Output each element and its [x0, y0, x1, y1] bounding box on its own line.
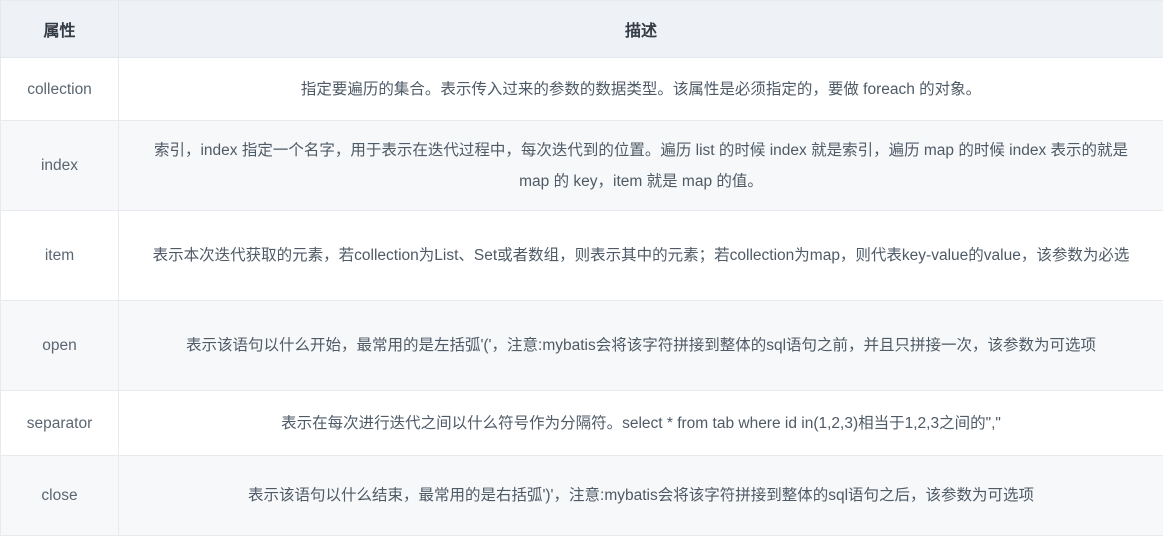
table-row: item 表示本次迭代获取的元素，若collection为List、Set或者数组… [0, 210, 1163, 301]
cell-description: 表示在每次进行迭代之间以什么符号作为分隔符。select * from tab … [118, 390, 1163, 456]
foreach-attributes-table: 属性 描述 collection 指定要遍历的集合。表示传入过来的参数的数据类型。… [0, 0, 1163, 536]
cell-attribute: open [0, 300, 119, 391]
table-row: collection 指定要遍历的集合。表示传入过来的参数的数据类型。该属性是必须… [0, 57, 1163, 121]
table-row: close 表示该语句以什么结束，最常用的是右括弧')'，注意:mybatis会将… [0, 455, 1163, 536]
table-row: open 表示该语句以什么开始，最常用的是左括弧'('，注意:mybatis会将该… [0, 300, 1163, 391]
table-row: separator 表示在每次进行迭代之间以什么符号作为分隔符。select * … [0, 390, 1163, 456]
cell-description: 表示本次迭代获取的元素，若collection为List、Set或者数组，则表示… [118, 210, 1163, 301]
cell-attribute: index [0, 120, 119, 211]
cell-attribute: separator [0, 390, 119, 456]
cell-attribute: item [0, 210, 119, 301]
cell-description: 指定要遍历的集合。表示传入过来的参数的数据类型。该属性是必须指定的，要做 for… [118, 57, 1163, 121]
cell-attribute: collection [0, 57, 119, 121]
table-header-row: 属性 描述 [0, 0, 1163, 58]
column-header-attribute: 属性 [0, 0, 119, 58]
cell-description: 表示该语句以什么开始，最常用的是左括弧'('，注意:mybatis会将该字符拼接… [118, 300, 1163, 391]
table-body: collection 指定要遍历的集合。表示传入过来的参数的数据类型。该属性是必须… [0, 57, 1163, 536]
table-row: index 索引，index 指定一个名字，用于表示在迭代过程中，每次迭代到的位置… [0, 120, 1163, 211]
cell-description: 表示该语句以什么结束，最常用的是右括弧')'，注意:mybatis会将该字符拼接… [118, 455, 1163, 536]
cell-description: 索引，index 指定一个名字，用于表示在迭代过程中，每次迭代到的位置。遍历 l… [118, 120, 1163, 211]
column-header-description: 描述 [118, 0, 1163, 58]
table-header: 属性 描述 [0, 0, 1163, 58]
cell-attribute: close [0, 455, 119, 536]
